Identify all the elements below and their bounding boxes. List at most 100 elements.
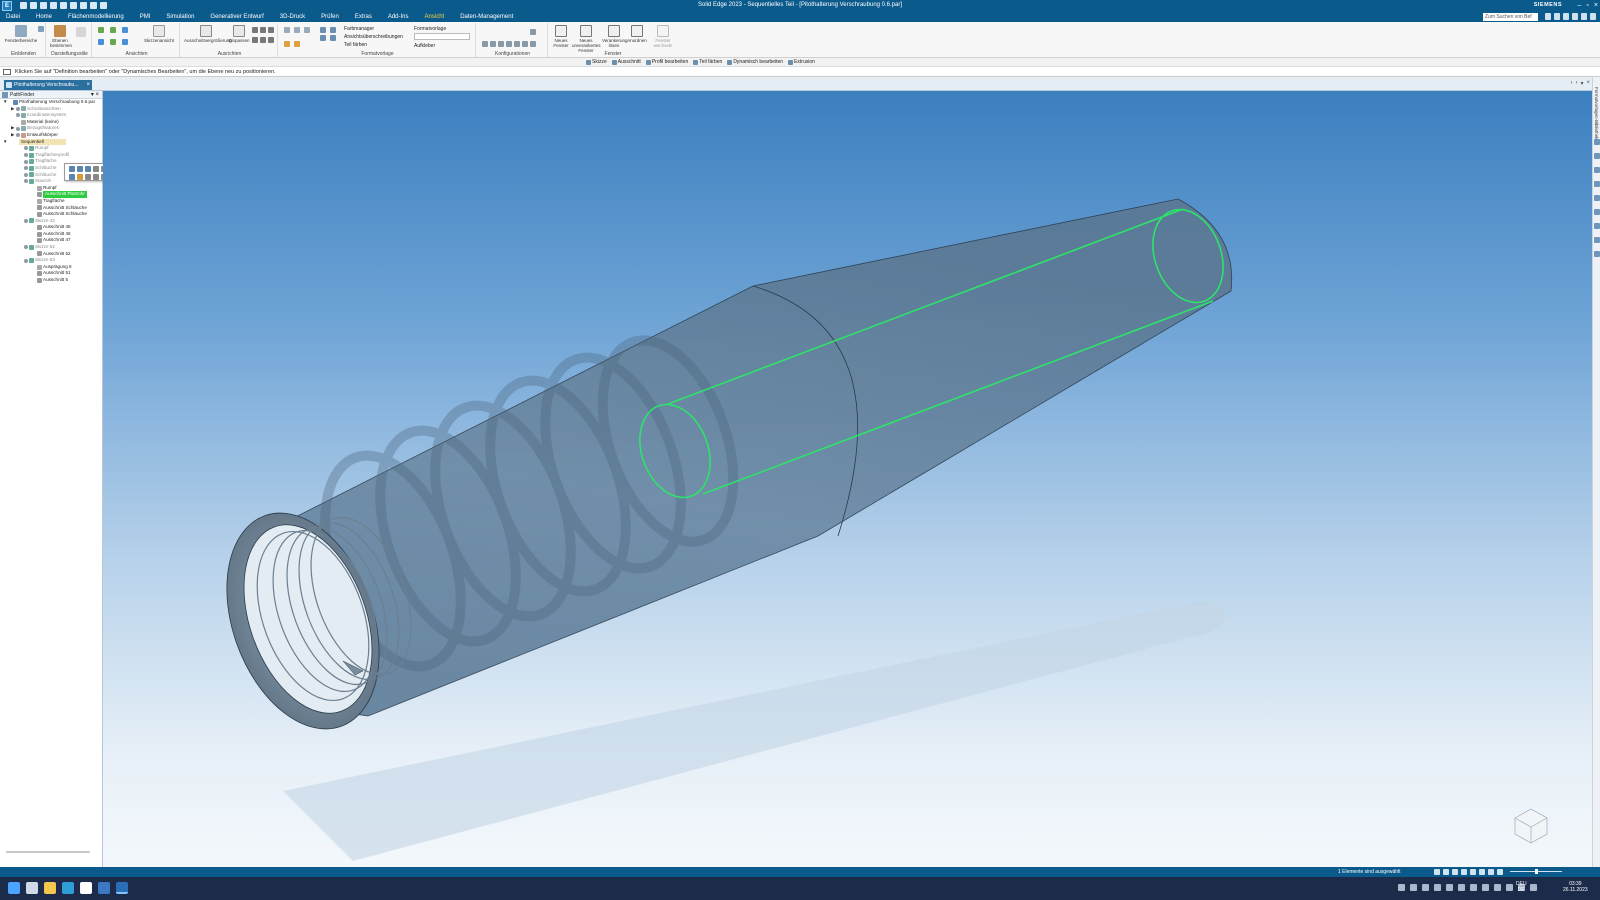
ribbon-close-icon[interactable] [1590,13,1596,20]
expand-toggle-icon[interactable]: ▶ [11,106,14,113]
view-top-icon[interactable] [110,27,116,33]
side-tool-3-icon[interactable] [1594,167,1600,173]
tree-item[interactable]: ▶ Schnittansichten [0,106,102,113]
tab-daten-management[interactable]: Daten-Management [458,13,515,21]
pan-icon[interactable] [260,27,266,33]
formatvorlage-dropdown[interactable] [414,33,470,40]
side-tool-9-icon[interactable] [1594,251,1600,257]
shading-icon[interactable] [284,27,290,33]
tree-item[interactable]: Ausprägung 8 [0,264,102,271]
tab-simulation[interactable]: Simulation [164,13,196,21]
tray-3-icon[interactable] [1422,884,1429,891]
solid-edge-taskbar-icon[interactable] [116,882,128,894]
minimize-button[interactable]: – [1578,1,1582,10]
rotate-icon[interactable] [268,27,274,33]
tree-item[interactable]: Ausschnitt 5 [0,277,102,284]
visibility-eye-icon[interactable] [24,166,28,171]
pathfinder-scrollbar[interactable] [6,851,90,853]
popup-copy-icon[interactable] [93,174,99,180]
popup-suppress-icon[interactable] [93,166,99,172]
tree-item[interactable]: ▶ Bezugsfeatures [0,125,102,132]
visibility-eye-icon[interactable] [24,146,28,151]
visibility-eye-icon[interactable] [24,245,28,250]
ribbon-restore-icon[interactable] [1581,13,1587,20]
side-tool-5-icon[interactable] [1594,195,1600,201]
skizzenansicht-button[interactable]: Skizzenansicht [140,25,178,43]
tree-item[interactable]: Skizze 53 [0,257,102,264]
formatvorlagen-bibliothek-tab[interactable]: Formatvorlagen-Bibliothek [1594,87,1599,140]
command-search-input[interactable]: Zum Suchen von Bef [1483,13,1538,21]
view-save-icon[interactable] [122,39,128,45]
teil-faerben-button[interactable]: Teil färben [344,42,367,48]
einpassen-button[interactable]: Einpassen [228,25,250,43]
tray-12-icon[interactable] [1530,884,1537,891]
ebenen-bestimmen-button[interactable]: Ebenen bestimmen [50,25,72,48]
status-view-1-icon[interactable] [1434,869,1440,875]
status-view-3-icon[interactable] [1452,869,1458,875]
tree-item[interactable]: Skizze 52 [0,244,102,251]
tree-item[interactable]: Ausschnitt Schläuche [0,205,102,212]
anordnen-button[interactable]: Anordnen [626,25,648,43]
visibility-eye-icon[interactable] [24,159,28,164]
config-3-icon[interactable] [498,41,504,47]
tray-2-icon[interactable] [1410,884,1417,891]
zoom-slider-knob[interactable] [1535,869,1538,874]
tray-7-icon[interactable] [1470,884,1477,891]
cmd-ausschnitt[interactable]: Ausschnitt [611,59,641,66]
neues-unverankertes-fenster-button[interactable]: Neues unverankertes Fenster [572,25,601,53]
ansichtsueberschreibungen-button[interactable]: Ansichtsüberschreibungen [344,34,403,40]
tree-item[interactable]: Tragfläche [0,198,102,205]
zoom-icon[interactable] [252,27,258,33]
tab-datei[interactable]: Datei [4,13,22,21]
render-icon[interactable] [284,41,290,47]
display-4-icon[interactable] [330,35,336,41]
verankerung-loesen-button[interactable]: Verankerung lösen [602,25,628,48]
tree-item[interactable]: Material (keine) [0,119,102,126]
question-icon[interactable] [1563,13,1569,20]
tree-item[interactable]: Koordinatensystem [0,112,102,119]
fensterbereiche-button[interactable]: Fensterbereiche [4,25,38,43]
material-icon[interactable] [294,41,300,47]
tree-item[interactable]: ▶ Entwurfskörper [0,132,102,139]
graphics-viewport[interactable] [103,91,1592,867]
tree-item[interactable]: Ausschnitt 46 [0,231,102,238]
visibility-eye-icon[interactable] [24,172,28,177]
task-view-icon[interactable] [26,882,38,894]
status-view-4-icon[interactable] [1461,869,1467,875]
tree-item[interactable]: Rumpf [0,145,102,152]
cmd-extrusion[interactable]: Extrusion [788,59,815,66]
cmd-profil-bearbeiten[interactable]: Profil bearbeiten [645,59,688,66]
visibility-eye-icon[interactable] [16,126,20,131]
tree-item[interactable]: ▼ Pitothalterung Verschraubung 0.6.par [0,99,102,106]
cmd-skizze[interactable]: Skizze [586,59,607,66]
store-icon[interactable] [80,882,92,894]
pathfinder-close-icon[interactable]: ▾ × [91,91,99,99]
tab-generativer-entwurf[interactable]: Generativer Entwurf [208,13,265,21]
tree-item[interactable]: Ausschnitt Schläuche [0,211,102,218]
clock[interactable]: 03:39 26.11.2023 [1563,881,1588,893]
file-explorer-icon[interactable] [44,882,56,894]
zoom-out-icon[interactable] [260,37,266,43]
visibility-eye-icon[interactable] [16,113,20,118]
popup-cut-icon[interactable] [85,174,91,180]
status-view-8-icon[interactable] [1497,869,1503,875]
side-tool-7-icon[interactable] [1594,223,1600,229]
edges-icon[interactable] [304,27,310,33]
tab-scroll-right-icon[interactable]: › [1575,80,1577,87]
language-indicator[interactable]: DEU DE [1516,881,1527,893]
popup-dynamic-icon[interactable] [85,166,91,172]
visibility-eye-icon[interactable] [16,106,20,111]
style-icon[interactable] [76,27,86,37]
status-view-2-icon[interactable] [1443,869,1449,875]
side-tool-2-icon[interactable] [1594,153,1600,159]
popup-paint-icon[interactable] [77,174,83,180]
tab-add-ins[interactable]: Add-Ins [386,13,411,21]
maximize-button[interactable]: ▫ [1586,1,1588,10]
side-tool-6-icon[interactable] [1594,209,1600,215]
tab-home[interactable]: Home [34,13,54,21]
help-icon[interactable] [1545,13,1551,20]
tree-item[interactable]: Ausschnitt 52 [0,251,102,258]
tab-list-icon[interactable]: ▾ [1580,80,1583,87]
ausschnittsvergroesserung-button[interactable]: Ausschnittvergrößerung [184,25,232,43]
farbmanager-button[interactable]: Farbmanager [344,26,374,32]
